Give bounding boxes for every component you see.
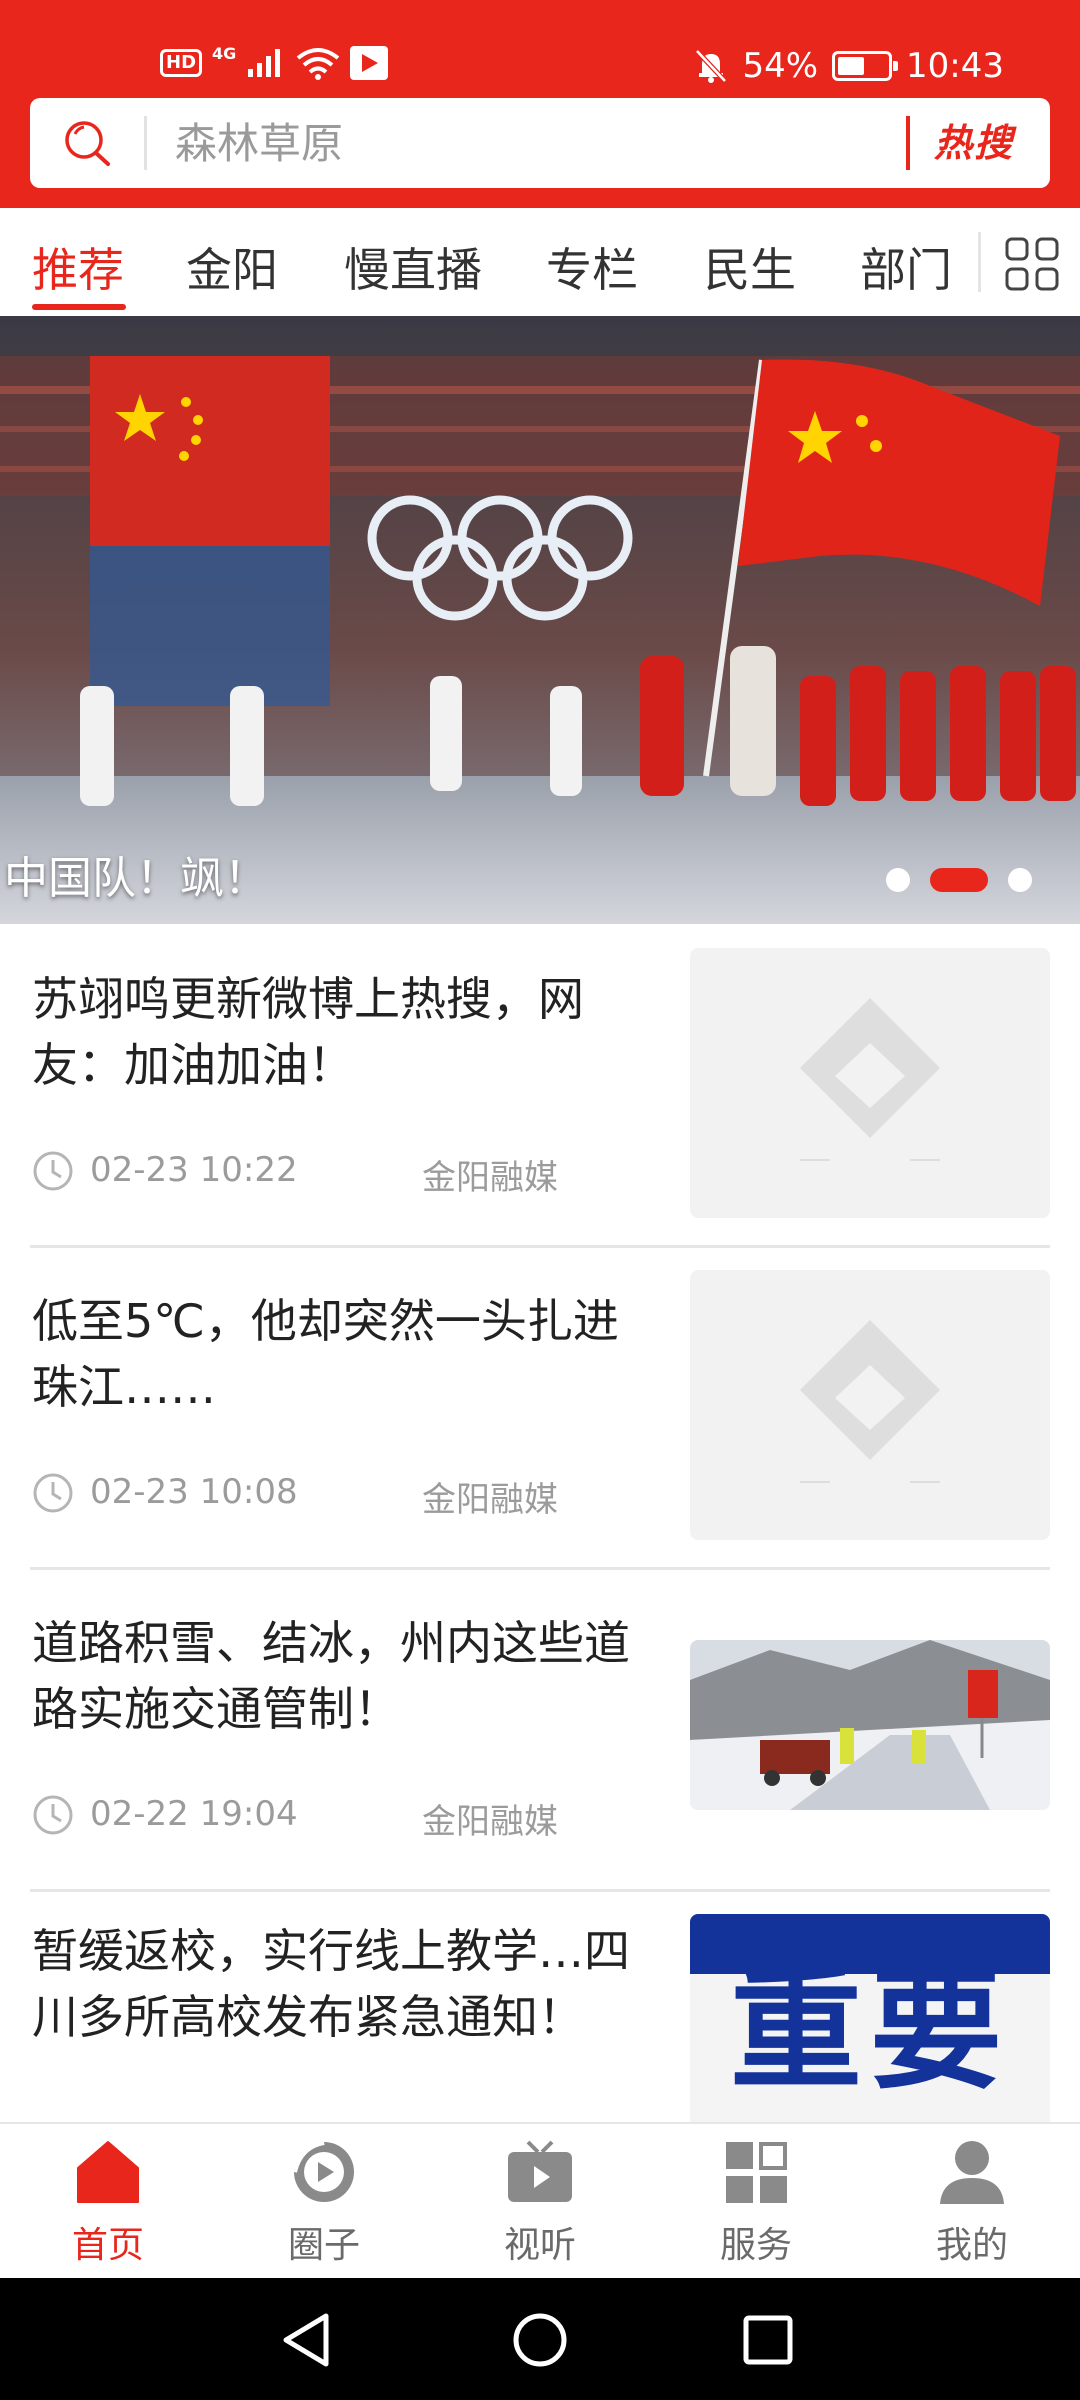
home-circle-icon[interactable]	[500, 2300, 580, 2380]
news-thumbnail-placeholder[interactable]	[690, 1270, 1050, 1540]
signal-icon	[248, 49, 281, 77]
category-tabs: 推荐 金阳 慢直播 专栏 民生 部门	[0, 208, 1080, 316]
battery-icon	[832, 51, 899, 81]
tab-column[interactable]: 专栏	[546, 234, 638, 300]
nav-home[interactable]: 首页	[0, 2124, 216, 2280]
nav-services-label: 服务	[719, 2225, 792, 2266]
status-right-icons: 54% 10:43	[694, 46, 1004, 86]
search-icon[interactable]	[60, 116, 116, 172]
battery-fill	[838, 57, 865, 75]
hd-badge: HD	[160, 49, 203, 77]
news-title[interactable]: 暂缓返校，实行线上教学…四川多所高校发布紧急通知！	[32, 1918, 652, 2050]
search-divider	[144, 116, 147, 170]
news-time: 02-23 10:08	[90, 1472, 298, 1512]
active-tab-indicator	[32, 304, 126, 310]
hot-search-divider	[906, 116, 910, 170]
news-title[interactable]: 道路积雪、结冰，州内这些道路实施交通管制！	[32, 1610, 652, 1742]
profile-icon	[940, 2141, 1004, 2204]
tab-slow-live[interactable]: 慢直播	[344, 234, 482, 300]
clock-icon	[33, 1151, 73, 1191]
nav-circle[interactable]: 圈子	[216, 2124, 432, 2280]
status-bar: HD 4G 54% 10:43	[0, 40, 1080, 96]
channel-grid-icon[interactable]	[1004, 236, 1060, 292]
news-item[interactable]: 低至5℃，他却突然一头扎进珠江…… 02-23 10:08 金阳融媒	[0, 1248, 1080, 1570]
tab-recommend[interactable]: 推荐	[32, 234, 124, 300]
news-item[interactable]: 苏翊鸣更新微博上热搜，网友：加油加油！ 02-23 10:22 金阳融媒	[0, 926, 1080, 1248]
nav-profile-label: 我的	[935, 2225, 1008, 2266]
wifi-icon	[297, 48, 340, 80]
back-icon[interactable]	[268, 2300, 348, 2380]
tv-icon	[508, 2140, 572, 2202]
carousel-dot[interactable]	[1008, 868, 1032, 892]
nav-services[interactable]: 服务	[648, 2124, 864, 2280]
nav-circle-label: 圈子	[287, 2225, 360, 2266]
news-source: 金阳融媒	[422, 1480, 558, 1520]
bottom-navigation: 首页 圈子 视听 服务 我的	[0, 2122, 1080, 2278]
tab-jinyang[interactable]: 金阳	[186, 234, 278, 300]
services-grid-icon	[726, 2142, 787, 2203]
nav-home-label: 首页	[71, 2225, 144, 2266]
status-left-icons: HD 4G	[160, 43, 389, 80]
clock-time: 10:43	[906, 46, 1004, 86]
hero-caption: 中国队！飒！	[4, 853, 268, 904]
app-header: HD 4G 54% 10:43 森林草原 热搜	[0, 0, 1080, 208]
news-time: 02-22 19:04	[90, 1794, 298, 1834]
network-type-label: 4G	[212, 43, 237, 63]
battery-percent: 54%	[742, 46, 819, 86]
news-thumbnail-snow-road[interactable]	[690, 1640, 1050, 1810]
clock-icon	[33, 1795, 73, 1835]
clock-icon	[33, 1473, 73, 1513]
news-title[interactable]: 苏翊鸣更新微博上热搜，网友：加油加油！	[32, 966, 652, 1098]
news-source: 金阳融媒	[422, 1158, 558, 1198]
circle-icon	[291, 2139, 354, 2202]
news-title[interactable]: 低至5℃，他却突然一头扎进珠江……	[32, 1288, 652, 1420]
news-item[interactable]: 道路积雪、结冰，州内这些道路实施交通管制！ 02-22 19:04 金阳融媒	[0, 1570, 1080, 1892]
news-time: 02-23 10:22	[90, 1150, 298, 1190]
hero-banner[interactable]: 中国队！飒！	[0, 316, 1080, 924]
olympics-ceremony-photo	[0, 316, 1080, 924]
hot-search-button[interactable]: 热搜	[934, 114, 1014, 172]
recents-icon[interactable]	[728, 2300, 808, 2380]
news-source: 金阳融媒	[422, 1802, 558, 1842]
tabs-fade-divider	[978, 232, 981, 292]
news-thumbnail-placeholder[interactable]	[690, 948, 1050, 1218]
important-banner-text: 重要	[730, 1954, 1010, 2108]
home-icon	[77, 2141, 139, 2203]
carousel-dot-active[interactable]	[930, 868, 988, 892]
mute-bell-icon	[695, 49, 728, 83]
search-input[interactable]	[175, 112, 775, 174]
nav-media-label: 视听	[503, 2225, 576, 2266]
search-bar[interactable]: 热搜	[30, 98, 1050, 188]
system-navigation-bar	[0, 2278, 1080, 2400]
app-notification-icon	[350, 46, 389, 80]
nav-media[interactable]: 视听	[432, 2124, 648, 2280]
tab-livelihood[interactable]: 民生	[704, 234, 796, 300]
tab-departments[interactable]: 部门	[860, 234, 952, 300]
carousel-dot[interactable]	[886, 868, 910, 892]
nav-profile[interactable]: 我的	[864, 2124, 1080, 2280]
news-thumbnail-important[interactable]: 重要	[690, 1914, 1050, 2122]
